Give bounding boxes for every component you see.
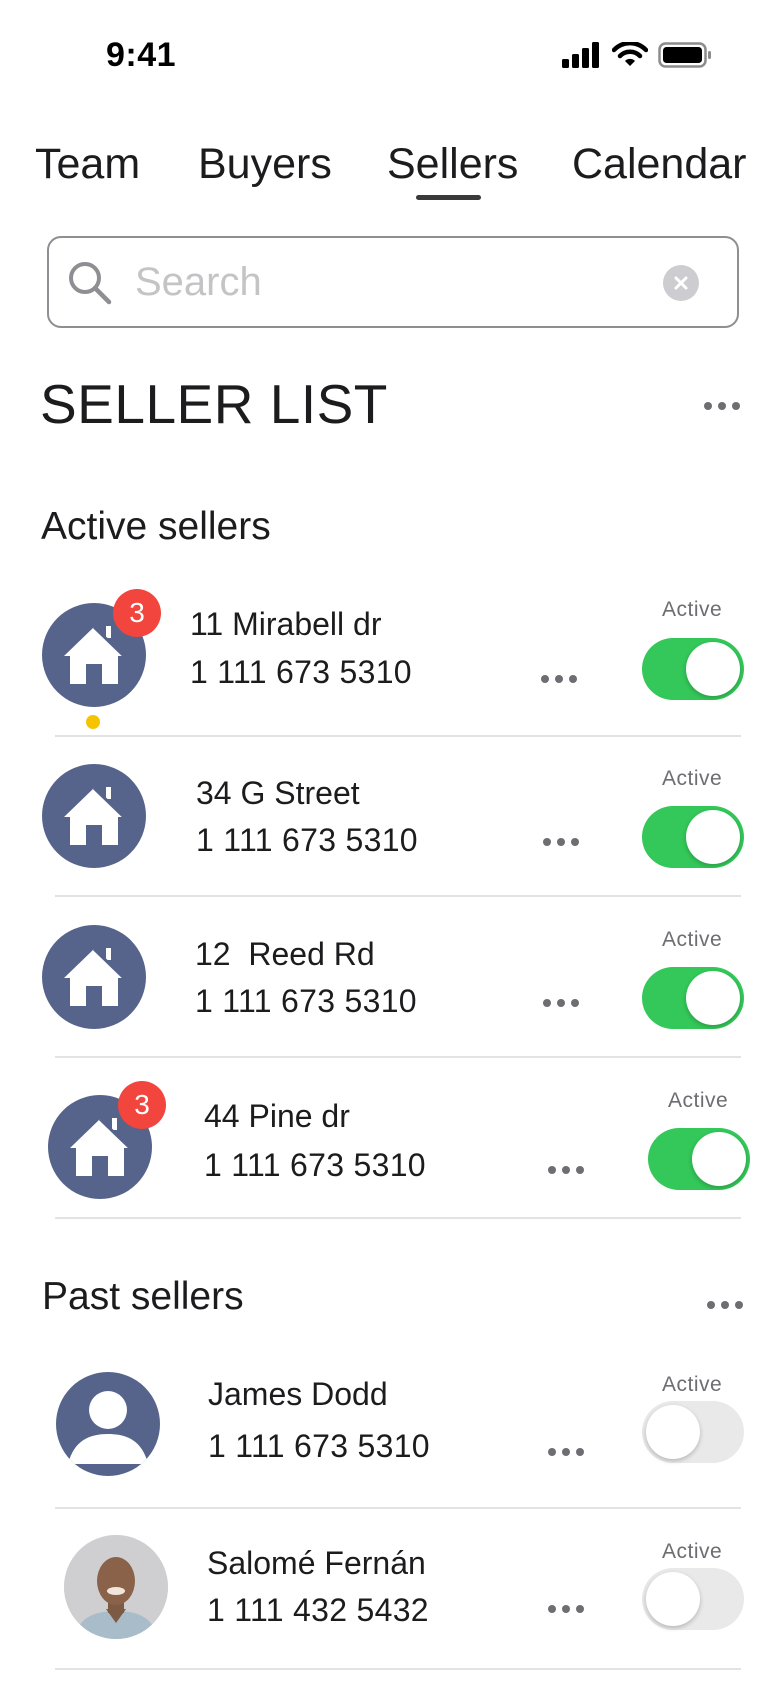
divider <box>55 1056 741 1058</box>
row-title: 11 Mirabell dr <box>190 606 382 642</box>
row-more-options-icon[interactable] <box>543 999 579 1007</box>
active-toggle[interactable] <box>642 806 744 868</box>
notification-badge: 3 <box>113 589 161 637</box>
tab-sellers[interactable]: Sellers <box>387 140 518 189</box>
tab-selected-indicator <box>416 195 481 200</box>
notification-badge: 3 <box>118 1081 166 1129</box>
house-avatar <box>42 925 146 1029</box>
status-label: Active <box>662 598 723 621</box>
row-title: 44 Pine dr <box>204 1098 350 1134</box>
status-label: Active <box>668 1089 729 1112</box>
house-avatar <box>42 764 146 868</box>
row-more-options-icon[interactable] <box>543 838 579 846</box>
active-toggle[interactable] <box>642 967 744 1029</box>
row-phone: 1 111 673 5310 <box>190 654 412 690</box>
status-time: 9:41 <box>106 36 177 74</box>
row-phone: 1 111 432 5432 <box>207 1592 429 1628</box>
seller-avatar[interactable] <box>42 925 146 1029</box>
row-title: 34 G Street <box>196 775 360 811</box>
page-title: SELLER LIST <box>40 373 388 435</box>
divider <box>55 1668 741 1670</box>
status-label: Active <box>662 1373 723 1396</box>
status-label: Active <box>662 767 723 790</box>
person-avatar <box>56 1372 160 1476</box>
house-icon <box>64 625 126 684</box>
row-title: James Dodd <box>208 1376 388 1412</box>
active-toggle[interactable] <box>642 638 744 700</box>
close-icon <box>674 276 688 290</box>
row-more-options-icon[interactable] <box>548 1605 584 1613</box>
section-title-past-sellers: Past sellers <box>42 1275 244 1318</box>
unread-dot <box>86 715 100 729</box>
row-title: 12 Reed Rd <box>195 936 375 972</box>
past-sellers-more-options-icon[interactable] <box>707 1301 743 1309</box>
wifi-icon <box>612 42 648 66</box>
divider <box>55 735 741 737</box>
row-phone: 1 111 673 5310 <box>204 1147 426 1183</box>
tab-team[interactable]: Team <box>35 140 140 189</box>
row-title: Salomé Fernán <box>207 1545 426 1581</box>
seller-avatar[interactable] <box>42 764 146 868</box>
divider <box>55 895 741 897</box>
section-title-active-sellers: Active sellers <box>41 505 271 548</box>
house-icon <box>64 786 126 845</box>
row-more-options-icon[interactable] <box>548 1448 584 1456</box>
status-label: Active <box>662 1540 723 1563</box>
row-phone: 1 111 673 5310 <box>196 822 418 858</box>
divider <box>55 1217 741 1219</box>
search-icon <box>69 262 112 305</box>
house-icon <box>70 1117 132 1176</box>
search-input[interactable] <box>135 256 615 308</box>
status-label: Active <box>662 928 723 951</box>
divider <box>55 1507 741 1509</box>
row-phone: 1 111 673 5310 <box>208 1428 430 1464</box>
active-toggle[interactable] <box>642 1568 744 1630</box>
row-more-options-icon[interactable] <box>541 675 577 683</box>
status-icons <box>562 42 712 68</box>
clear-search-icon[interactable] <box>663 265 699 301</box>
search-bar[interactable] <box>47 236 739 328</box>
house-icon <box>64 947 126 1006</box>
row-phone: 1 111 673 5310 <box>195 983 417 1019</box>
tab-buyers[interactable]: Buyers <box>198 140 332 189</box>
active-toggle[interactable] <box>648 1128 750 1190</box>
profile-photo <box>64 1535 168 1639</box>
seller-avatar[interactable] <box>64 1535 168 1639</box>
page-more-options-icon[interactable] <box>704 402 740 410</box>
seller-avatar[interactable] <box>56 1372 160 1476</box>
cellular-signal-icon <box>562 42 599 68</box>
active-toggle[interactable] <box>642 1401 744 1463</box>
person-icon <box>68 1391 148 1464</box>
row-more-options-icon[interactable] <box>548 1166 584 1174</box>
tab-calendar[interactable]: Calendar <box>572 140 747 189</box>
battery-icon <box>658 42 711 68</box>
